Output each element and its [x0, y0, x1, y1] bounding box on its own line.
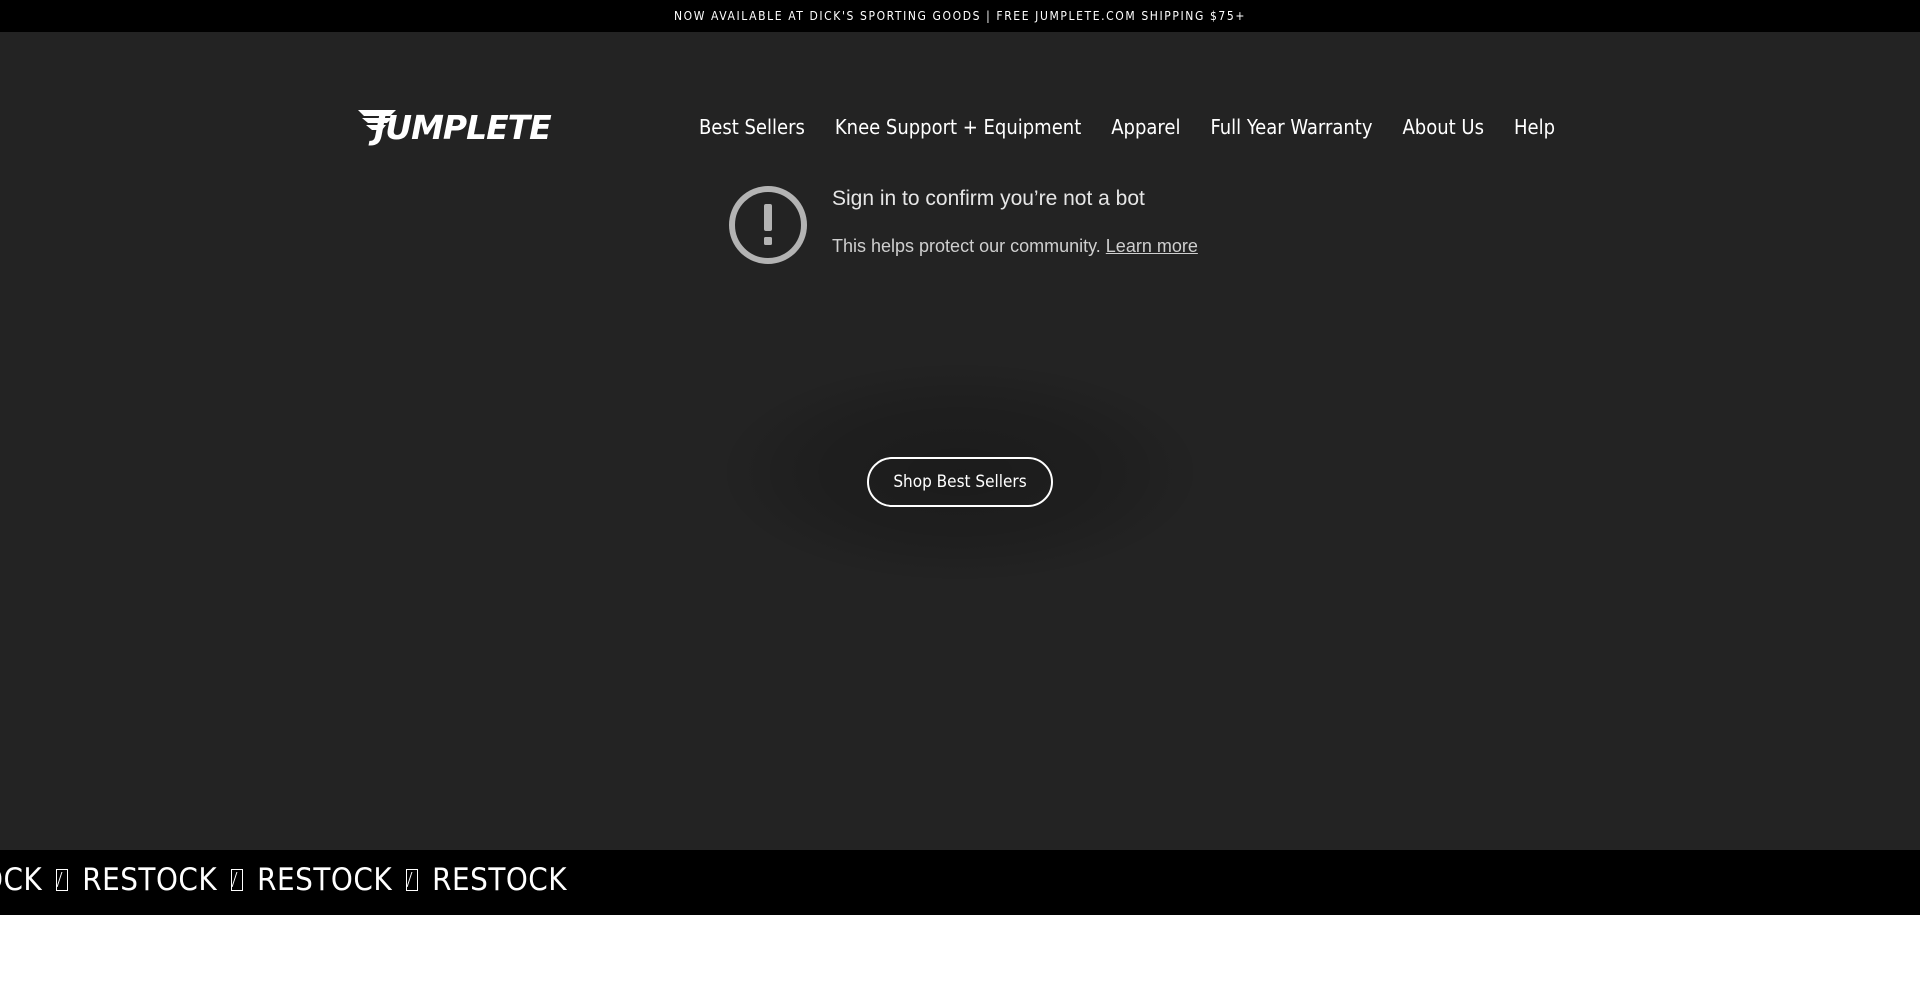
nav-item-full-year-warranty[interactable]: Full Year Warranty [1210, 115, 1372, 139]
page-content-area [0, 915, 1920, 993]
svg-text:JUMPLETE: JUMPLETE [368, 108, 552, 146]
notice-title: Sign in to confirm you’re not a bot [832, 187, 1145, 210]
marquee-item: OCK [0, 862, 43, 898]
marquee-track: OCK RESTOCK RESTOCK RESTOCK [0, 862, 567, 898]
jumplete-logo[interactable]: JUMPLETE [356, 106, 553, 147]
nav-item-best-sellers[interactable]: Best Sellers [699, 115, 805, 139]
learn-more-link[interactable]: Learn more [1106, 236, 1198, 256]
bot-check-notice: Sign in to confirm you’re not a bot This… [727, 184, 1227, 274]
announcement-bar: NOW AVAILABLE AT DICK'S SPORTING GOODS |… [0, 0, 1920, 32]
announcement-text: NOW AVAILABLE AT DICK'S SPORTING GOODS |… [673, 9, 1246, 23]
marquee-item: RESTOCK [432, 862, 568, 898]
separator-icon [406, 869, 419, 891]
main-nav: Best Sellers Knee Support + Equipment Ap… [669, 112, 1555, 142]
nav-item-knee-support-equipment[interactable]: Knee Support + Equipment [835, 115, 1081, 139]
hero-section: JUMPLETE Best Sellers Knee Support + Equ… [0, 32, 1920, 850]
separator-icon [231, 869, 244, 891]
separator-icon [56, 869, 69, 891]
notice-message: This helps protect our community. [832, 236, 1101, 256]
nav-item-apparel[interactable]: Apparel [1111, 115, 1180, 139]
shop-best-sellers-button[interactable]: Shop Best Sellers [867, 457, 1053, 507]
restock-marquee: OCK RESTOCK RESTOCK RESTOCK [0, 850, 1920, 915]
marquee-item: RESTOCK [257, 862, 393, 898]
nav-item-about-us[interactable]: About Us [1402, 115, 1483, 139]
exclamation-circle-icon [727, 184, 809, 266]
notice-text: This helps protect our community. Learn … [832, 236, 1198, 257]
nav-item-help[interactable]: Help [1514, 115, 1555, 139]
marquee-item: RESTOCK [82, 862, 218, 898]
